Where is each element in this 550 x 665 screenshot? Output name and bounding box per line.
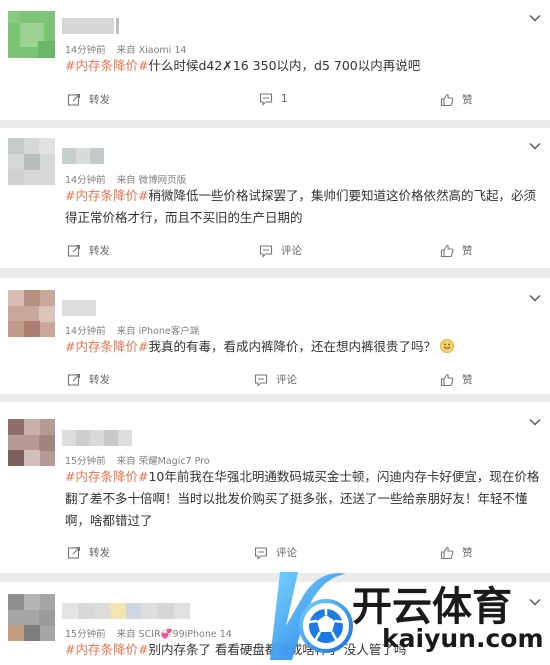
comment-text: #内存条降价#10年前我在华强北明通数码城买金士顿，闪迪内存卡好便宜，现在价格翻… — [65, 466, 543, 532]
like-icon — [440, 546, 454, 559]
comment-card: 14分钟前 来自 Xiaomi 14 #内存条降价#什么时候d42✗16 350… — [0, 0, 550, 120]
repost-label: 转发 — [89, 245, 110, 257]
comment-label: 评论 — [276, 547, 297, 559]
like-label: 赞 — [462, 374, 473, 386]
username-redacted[interactable] — [62, 430, 142, 446]
username-redacted[interactable] — [62, 300, 96, 316]
avatar[interactable] — [8, 11, 55, 58]
comment-card: 14分钟前 来自 微博网页版 #内存条降价#稍微降低一些价格试探罢了，集帅们要知… — [0, 128, 550, 268]
username-redacted[interactable] — [62, 603, 192, 619]
comment-label: 评论 — [276, 374, 297, 386]
comment-meta: 15分钟前 来自 荣耀Magic7 Pro — [65, 453, 218, 467]
chevron-down-icon[interactable] — [528, 10, 542, 24]
repost-label: 转发 — [89, 94, 110, 106]
comment-text: #内存条降价#我真的有毒，看成内裤降价，还在想内裤很贵了吗？ — [65, 336, 543, 358]
comment-meta: 14分钟前 来自 iPhone客户端 — [65, 323, 207, 337]
comment-body-symbol: ✗ — [222, 58, 233, 73]
action-bar: 转发 评论 赞 — [0, 545, 550, 561]
action-bar: 转发 1 赞 — [0, 92, 550, 108]
like-label: 赞 — [462, 547, 473, 559]
comment-label: 评论 — [281, 245, 302, 257]
repost-label: 转发 — [89, 374, 110, 386]
topic-tag-link[interactable]: #内存条降价# — [65, 339, 148, 354]
topic-tag-link[interactable]: #内存条降价# — [65, 642, 148, 657]
topic-tag-link[interactable]: #内存条降价# — [65, 188, 148, 203]
like-label: 赞 — [462, 245, 473, 257]
repost-label: 转发 — [89, 547, 110, 559]
comment-meta: 14分钟前 来自 Xiaomi 14 — [65, 42, 194, 56]
like-label: 赞 — [462, 94, 473, 106]
comment-card: 14分钟前 来自 iPhone客户端 #内存条降价#我真的有毒，看成内裤降价，还… — [0, 278, 550, 394]
repost-button[interactable]: 转发 — [67, 92, 110, 107]
watermark-url: kaiyun.com — [382, 624, 544, 653]
comment-text: #内存条降价#稍微降低一些价格试探罢了，集帅们要知道这价格依然高的飞起，必须得正… — [65, 185, 543, 229]
watermark: 开云体育 kaiyun.com — [266, 568, 550, 665]
avatar[interactable] — [8, 594, 55, 641]
comment-meta: 14分钟前 来自 微博网页版 — [65, 172, 194, 186]
chevron-down-icon[interactable] — [528, 290, 542, 304]
action-bar: 转发 评论 赞 — [0, 243, 550, 259]
comment-body-rest: 16 350以内，d5 700以内再说吧 — [232, 58, 421, 73]
like-icon — [440, 373, 454, 386]
comment-card: 15分钟前 来自 荣耀Magic7 Pro #内存条降价#10年前我在华强北明通… — [0, 402, 550, 573]
chevron-down-icon[interactable] — [528, 414, 542, 428]
like-button[interactable]: 赞 — [440, 545, 473, 560]
comment-button[interactable]: 评论 — [254, 545, 297, 560]
repost-icon — [67, 373, 81, 386]
username-redacted[interactable] — [62, 18, 120, 34]
comment-count: 1 — [281, 93, 288, 105]
comment-button[interactable]: 评论 — [254, 372, 297, 387]
repost-icon — [67, 244, 81, 257]
repost-button[interactable]: 转发 — [67, 243, 110, 258]
like-button[interactable]: 赞 — [440, 243, 473, 258]
avatar[interactable] — [8, 290, 55, 337]
grin-emoji-icon — [439, 339, 454, 353]
comment-text: #内存条降价#什么时候d42✗16 350以内，d5 700以内再说吧 — [65, 55, 543, 77]
comment-button[interactable]: 评论 — [259, 243, 302, 258]
like-icon — [440, 93, 454, 106]
topic-tag-link[interactable]: #内存条降价# — [65, 469, 148, 484]
action-bar: 转发 评论 赞 — [0, 372, 550, 388]
repost-button[interactable]: 转发 — [67, 545, 110, 560]
comment-meta: 15分钟前 来自 SCIR💞99iPhone 14 — [65, 626, 240, 640]
avatar[interactable] — [8, 419, 55, 466]
comment-icon — [259, 93, 273, 106]
like-icon — [440, 244, 454, 257]
watermark-logo-icon — [270, 572, 353, 660]
repost-button[interactable]: 转发 — [67, 372, 110, 387]
comment-body: 什么时候d42 — [148, 58, 223, 73]
comment-button[interactable]: 1 — [259, 92, 288, 106]
comment-icon — [254, 546, 268, 560]
chevron-down-icon[interactable] — [528, 138, 542, 152]
comment-icon — [254, 373, 268, 387]
like-button[interactable]: 赞 — [440, 372, 473, 387]
comment-icon — [259, 244, 273, 258]
like-button[interactable]: 赞 — [440, 92, 473, 107]
topic-tag-link[interactable]: #内存条降价# — [65, 58, 148, 73]
repost-icon — [67, 546, 81, 559]
avatar[interactable] — [8, 138, 55, 185]
repost-icon — [67, 93, 81, 106]
username-redacted[interactable] — [62, 148, 106, 164]
comment-body: 我真的有毒，看成内裤降价，还在想内裤很贵了吗？ — [148, 339, 436, 354]
